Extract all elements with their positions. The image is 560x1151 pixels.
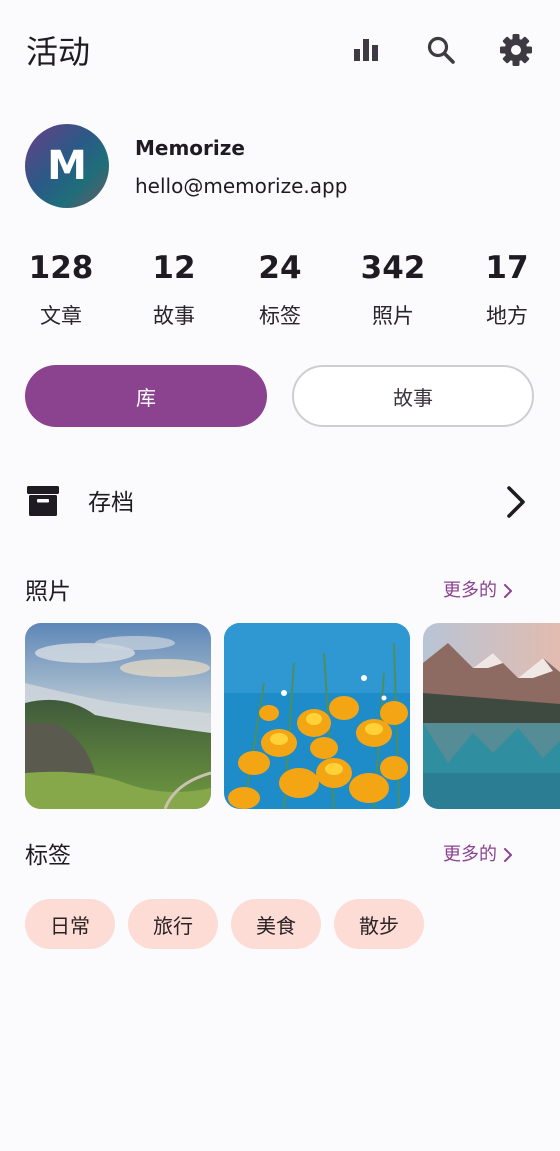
stat-label: 文章 — [40, 304, 82, 328]
stat-label: 地方 — [486, 304, 528, 328]
stat-value: 17 — [485, 250, 529, 286]
more-link-label: 更多的 — [443, 580, 497, 601]
gear-icon[interactable] — [498, 32, 534, 68]
photo-thumbnail[interactable] — [25, 623, 211, 809]
more-link-label: 更多的 — [443, 844, 497, 865]
tag-chip[interactable]: 旅行 — [128, 899, 218, 949]
search-icon[interactable] — [423, 32, 459, 68]
stat-value: 12 — [152, 250, 196, 286]
stat-value: 24 — [258, 250, 302, 286]
profile-name: Memorize — [135, 136, 245, 160]
tag-chip[interactable]: 美食 — [231, 899, 321, 949]
archive-icon — [26, 484, 60, 518]
stat-value: 128 — [28, 250, 94, 286]
chevron-right-icon — [504, 584, 512, 598]
stat-label: 照片 — [372, 304, 414, 328]
top-app-bar: 活动 — [0, 0, 560, 104]
stat-value: 342 — [360, 250, 426, 286]
tag-chip[interactable]: 散步 — [334, 899, 424, 949]
avatar-initial: M — [47, 143, 87, 189]
bar-chart-icon[interactable] — [349, 32, 385, 68]
archive-row[interactable]: 存档 — [0, 466, 560, 540]
avatar[interactable]: M — [25, 124, 109, 208]
photos-section-title: 照片 — [25, 579, 71, 605]
chevron-right-icon — [500, 484, 530, 520]
stat-places[interactable]: 17 地方 — [457, 246, 557, 331]
profile-email: hello@memorize.app — [135, 174, 348, 198]
stat-photos[interactable]: 342 照片 — [343, 246, 443, 331]
tags-more-link[interactable]: 更多的 — [443, 841, 513, 869]
stat-label: 故事 — [153, 304, 195, 328]
library-button[interactable]: 库 — [25, 365, 267, 427]
stat-articles[interactable]: 128 文章 — [11, 246, 111, 331]
stat-label: 标签 — [259, 304, 301, 328]
stories-button[interactable]: 故事 — [292, 365, 534, 427]
page-title: 活动 — [26, 33, 91, 71]
tag-chip[interactable]: 日常 — [25, 899, 115, 949]
chevron-right-icon — [504, 848, 512, 862]
tags-section-title: 标签 — [25, 843, 71, 869]
stat-tags[interactable]: 24 标签 — [230, 246, 330, 331]
photo-thumbnail[interactable] — [423, 623, 560, 809]
photos-more-link[interactable]: 更多的 — [443, 577, 513, 605]
stat-stories[interactable]: 12 故事 — [124, 246, 224, 331]
photo-carousel[interactable] — [25, 623, 560, 809]
archive-label: 存档 — [88, 490, 134, 516]
photo-thumbnail[interactable] — [224, 623, 410, 809]
tag-list: 日常 旅行 美食 散步 — [25, 899, 437, 949]
